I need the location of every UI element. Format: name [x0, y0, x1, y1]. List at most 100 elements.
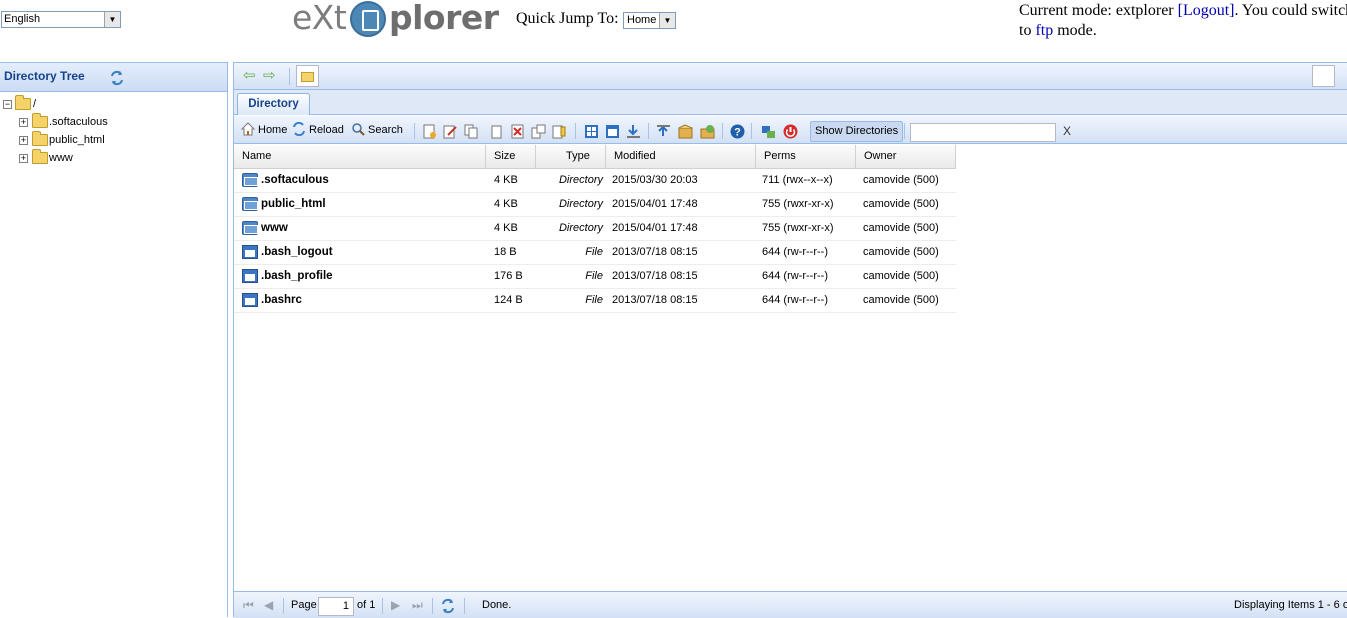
cell-perms: 644 (rw-r--r--): [754, 265, 854, 288]
table-row[interactable]: .bashrc 124 B File 2013/07/18 08:15 644 …: [234, 289, 956, 313]
expand-icon[interactable]: +: [19, 136, 28, 145]
column-header-modified[interactable]: Modified: [606, 145, 756, 168]
folder-icon: [32, 134, 48, 146]
path-field[interactable]: [296, 65, 319, 87]
grid-header: Name Size Type Modified Perms Owner: [234, 145, 956, 169]
reload-button[interactable]: Reload: [292, 122, 344, 139]
tree-node-www[interactable]: + www: [0, 149, 226, 167]
tree-node-public-html[interactable]: + public_html: [0, 131, 226, 149]
upload-icon[interactable]: [656, 124, 671, 139]
expand-icon[interactable]: +: [19, 118, 28, 127]
folder-icon: [32, 152, 48, 164]
cell-perms: 644 (rw-r--r--): [754, 241, 854, 264]
cell-perms: 644 (rw-r--r--): [754, 289, 854, 312]
page-label: Page: [291, 599, 317, 611]
cell-type: File: [536, 265, 606, 288]
view-details-icon[interactable]: [584, 124, 599, 139]
language-select[interactable]: English ▼: [1, 11, 121, 28]
previous-page-icon[interactable]: ◀: [264, 598, 273, 612]
last-page-icon[interactable]: ⏭: [412, 598, 423, 612]
cell-name: .bash_profile: [234, 265, 486, 288]
cell-size: 176 B: [486, 265, 536, 288]
toolbar-separator: [575, 123, 576, 139]
cell-modified: 2013/07/18 08:15: [604, 265, 754, 288]
cell-name: public_html: [234, 193, 486, 216]
directory-tree: − / + .softaculous + public_html + www: [0, 95, 226, 167]
top-header: English ▼ eXt plorer Quick Jump To: Home…: [0, 0, 1347, 56]
archive-icon[interactable]: [678, 124, 693, 139]
extract-icon[interactable]: [700, 124, 715, 139]
first-page-icon[interactable]: ⏮: [243, 598, 254, 612]
logout-power-icon[interactable]: [783, 124, 798, 139]
tab-directory[interactable]: Directory: [237, 93, 310, 115]
home-label: Home: [258, 124, 287, 136]
filter-input[interactable]: [910, 123, 1056, 142]
table-row[interactable]: public_html 4 KB Directory 2015/04/01 17…: [234, 193, 956, 217]
next-page-icon[interactable]: ▶: [391, 598, 400, 612]
column-header-owner[interactable]: Owner: [856, 145, 956, 168]
permissions-icon[interactable]: [552, 124, 567, 139]
reload-tree-icon[interactable]: [109, 70, 125, 86]
expand-icon[interactable]: +: [19, 154, 28, 163]
tab-strip: Directory: [234, 90, 1347, 115]
help-icon[interactable]: ?: [730, 124, 745, 139]
toolbar-separator: [751, 123, 752, 139]
chevron-down-icon[interactable]: ▼: [104, 12, 120, 27]
column-header-size[interactable]: Size: [486, 145, 536, 168]
table-row[interactable]: .softaculous 4 KB Directory 2015/03/30 2…: [234, 169, 956, 193]
mode-line2-suffix: mode.: [1053, 22, 1097, 39]
table-row[interactable]: www 4 KB Directory 2015/04/01 17:48 755 …: [234, 217, 956, 241]
cell-modified: 2015/04/01 17:48: [604, 217, 754, 240]
display-info: Displaying Items 1 - 6 of 6: [1234, 599, 1347, 611]
search-box[interactable]: [1312, 65, 1335, 87]
quick-jump-select[interactable]: Home ▼: [623, 12, 676, 29]
tree-node-root[interactable]: − /: [0, 95, 226, 113]
search-button[interactable]: Search: [351, 122, 403, 139]
reload-icon: [292, 122, 306, 136]
network-icon[interactable]: [761, 124, 776, 139]
cell-owner: camovide (500): [855, 217, 955, 240]
page-number-input[interactable]: 1: [318, 597, 354, 616]
forward-arrow-icon[interactable]: ⇨: [263, 68, 276, 83]
cell-perms: 711 (rwx--x--x): [754, 169, 854, 192]
copy-icon[interactable]: [464, 124, 479, 139]
tree-node-label: /: [33, 95, 36, 113]
show-directories-button[interactable]: Show Directories: [810, 121, 903, 142]
main-toolbar: Home Reload Search ? Show Directories: [234, 116, 1347, 144]
cell-perms: 755 (rwxr-xr-x): [754, 217, 854, 240]
column-header-name[interactable]: Name: [234, 145, 486, 168]
column-header-perms[interactable]: Perms: [756, 145, 856, 168]
ftp-mode-link[interactable]: ftp: [1035, 22, 1053, 39]
back-arrow-icon[interactable]: ⇦: [243, 68, 256, 83]
cell-type: Directory: [536, 193, 606, 216]
move-icon[interactable]: [489, 124, 504, 139]
page-count-label: of 1: [357, 599, 375, 611]
logout-link[interactable]: [Logout]: [1178, 2, 1235, 19]
svg-text:?: ?: [734, 127, 741, 139]
view-file-icon[interactable]: [605, 124, 620, 139]
table-row[interactable]: .bash_logout 18 B File 2013/07/18 08:15 …: [234, 241, 956, 265]
column-header-type[interactable]: Type: [536, 145, 606, 168]
clear-filter-button[interactable]: X: [1063, 124, 1071, 138]
cell-owner: camovide (500): [855, 289, 955, 312]
tree-node-softaculous[interactable]: + .softaculous: [0, 113, 226, 131]
table-row[interactable]: .bash_profile 176 B File 2013/07/18 08:1…: [234, 265, 956, 289]
home-button[interactable]: Home: [241, 122, 287, 139]
cell-size: 4 KB: [486, 169, 536, 192]
toolbar-separator: [289, 68, 290, 85]
quick-jump-label: Quick Jump To:: [516, 10, 619, 28]
collapse-icon[interactable]: −: [3, 100, 12, 109]
tree-node-label: .softaculous: [49, 113, 108, 131]
cell-owner: camovide (500): [855, 193, 955, 216]
new-file-icon[interactable]: [422, 124, 437, 139]
toolbar-separator: [382, 598, 383, 614]
mode-info: Current mode: extplorer [Logout]. You co…: [1019, 1, 1347, 41]
rename-icon[interactable]: [531, 124, 546, 139]
chevron-down-icon[interactable]: ▼: [659, 13, 675, 28]
edit-icon[interactable]: [443, 124, 458, 139]
cell-name: www: [234, 217, 486, 240]
refresh-icon[interactable]: [440, 598, 456, 614]
delete-icon[interactable]: [510, 124, 525, 139]
download-icon[interactable]: [626, 124, 641, 139]
toolbar-separator: [432, 598, 433, 614]
